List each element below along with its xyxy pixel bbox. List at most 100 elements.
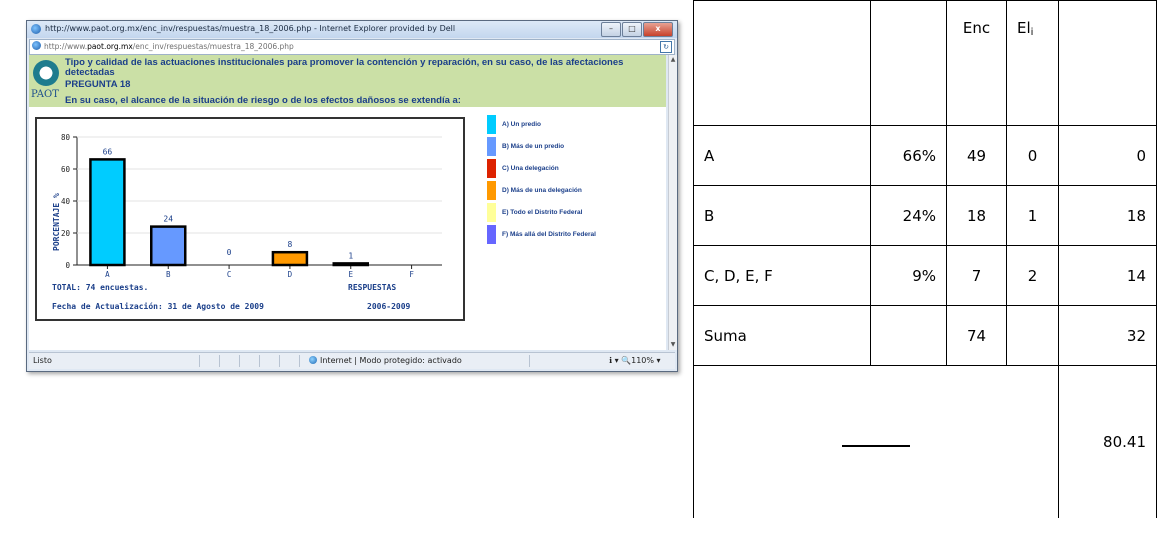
row-product: 32 bbox=[1058, 305, 1157, 366]
status-text: Listo bbox=[33, 356, 52, 365]
scroll-up-icon[interactable]: ▲ bbox=[669, 56, 677, 64]
x-tick-label: D bbox=[288, 270, 293, 279]
question-text: En su caso, el alcance de la situación d… bbox=[65, 95, 461, 106]
bar-value-label: 24 bbox=[163, 215, 173, 224]
chart-box: 0 20 40 60 80 A 66 B 24 C 0 D 8 E 1 F TOTAL: 74 encuest… bbox=[35, 117, 465, 321]
x-tick-label: A bbox=[105, 270, 110, 279]
minimize-button[interactable]: – bbox=[601, 22, 621, 37]
result-value: 80.41 bbox=[1058, 365, 1157, 518]
y-tick-label: 20 bbox=[61, 229, 71, 238]
close-button[interactable]: x bbox=[643, 22, 673, 37]
header-enc: Enc bbox=[946, 0, 1007, 126]
status-bar: Listo Internet | Modo protegido: activad… bbox=[29, 352, 675, 369]
legend-label: C) Una delegación bbox=[502, 165, 559, 172]
legend-label: B) Más de un predio bbox=[502, 143, 565, 150]
x-tick-label: F bbox=[409, 270, 414, 279]
table-row: C, D, E, F 9% 7 2 14 bbox=[693, 245, 1157, 306]
header-cell bbox=[693, 0, 871, 126]
row-label: Suma bbox=[693, 305, 871, 366]
security-zone[interactable]: Internet | Modo protegido: activado bbox=[309, 356, 462, 365]
table-row: A 66% 49 0 0 bbox=[693, 125, 1157, 186]
bar-value-label: 1 bbox=[348, 251, 353, 260]
legend-item: B) Más de un predio bbox=[487, 137, 662, 159]
row-label: C, D, E, F bbox=[693, 245, 871, 306]
legend-item: F) Más allá del Distrito Federal bbox=[487, 225, 662, 247]
browser-window: http://www.paot.org.mx/enc_inv/respuesta… bbox=[26, 20, 678, 372]
y-tick-label: 0 bbox=[65, 261, 70, 270]
row-ei: 2 bbox=[1006, 245, 1059, 306]
chart-legend: A) Un predio B) Más de un predio C) Una de… bbox=[487, 115, 662, 247]
legend-item: E) Todo el Distrito Federal bbox=[487, 203, 662, 225]
row-product: 0 bbox=[1058, 125, 1157, 186]
legend-swatch bbox=[487, 159, 496, 178]
header-ei: Eli bbox=[1006, 0, 1059, 126]
row-enc: 49 bbox=[946, 125, 1007, 186]
row-enc: 18 bbox=[946, 185, 1007, 246]
bar-value-label: 8 bbox=[288, 240, 293, 249]
y-tick-label: 40 bbox=[61, 197, 71, 206]
title-bar[interactable]: http://www.paot.org.mx/enc_inv/respuesta… bbox=[27, 21, 677, 38]
legend-swatch bbox=[487, 115, 496, 134]
page-title: Tipo y calidad de las actuaciones instit… bbox=[65, 57, 624, 78]
bar-b bbox=[150, 225, 187, 267]
legend-item: D) Más de una delegación bbox=[487, 181, 662, 203]
period-text: 2006-2009 bbox=[367, 302, 411, 311]
row-enc: 7 bbox=[946, 245, 1007, 306]
y-tick-label: 80 bbox=[61, 133, 71, 142]
row-ei: 0 bbox=[1006, 125, 1059, 186]
question-number: PREGUNTA 18 bbox=[65, 79, 131, 90]
x-tick-label: E bbox=[348, 270, 353, 279]
refresh-icon[interactable]: ↻ bbox=[660, 41, 672, 53]
ie-icon bbox=[31, 24, 41, 34]
table-header-row: Enc Eli bbox=[693, 0, 1157, 126]
bar-value-label: 0 bbox=[227, 248, 232, 257]
y-axis-label: PORCENTAJE % bbox=[52, 193, 61, 251]
update-date: Fecha de Actualización: 31 de Agosto de … bbox=[52, 301, 264, 311]
row-product: 14 bbox=[1058, 245, 1157, 306]
legend-swatch bbox=[487, 203, 496, 222]
address-bar[interactable]: http://www.paot.org.mx/enc_inv/respuesta… bbox=[29, 39, 675, 55]
row-percent bbox=[870, 305, 947, 366]
legend-swatch bbox=[487, 225, 496, 244]
legend-label: F) Más allá del Distrito Federal bbox=[502, 231, 596, 238]
window-title: http://www.paot.org.mx/enc_inv/respuesta… bbox=[45, 24, 456, 33]
fraction-cell bbox=[693, 365, 1059, 518]
bar-e bbox=[332, 262, 369, 267]
bar-a bbox=[89, 158, 126, 267]
row-percent: 9% bbox=[870, 245, 947, 306]
bar-value-label: 66 bbox=[103, 147, 113, 156]
header-cell bbox=[1058, 0, 1157, 126]
header-cell bbox=[870, 0, 947, 126]
x-tick-label: C bbox=[227, 270, 232, 279]
row-label: B bbox=[693, 185, 871, 246]
page-header: PAOT Tipo y calidad de las actuaciones i… bbox=[29, 55, 666, 107]
bar-chart: 0 20 40 60 80 A 66 B 24 C 0 D 8 E 1 F TOTAL: 74 encuest… bbox=[52, 133, 442, 311]
legend-swatch bbox=[487, 181, 496, 200]
page-content: PAOT Tipo y calidad de las actuaciones i… bbox=[29, 55, 666, 350]
total-text: TOTAL: 74 encuestas. bbox=[52, 283, 148, 292]
page-icon bbox=[32, 41, 41, 50]
legend-item: C) Una delegación bbox=[487, 159, 662, 181]
row-percent: 24% bbox=[870, 185, 947, 246]
legend-label: E) Todo el Distrito Federal bbox=[502, 209, 583, 216]
globe-icon bbox=[309, 356, 317, 364]
row-enc: 74 bbox=[946, 305, 1007, 366]
fraction-line bbox=[842, 444, 910, 447]
zoom-control[interactable]: ℹ ▾ 🔍110% ▾ bbox=[609, 356, 661, 365]
legend-label: A) Un predio bbox=[502, 121, 541, 128]
table-result-row: 80.41 bbox=[693, 365, 1157, 518]
scroll-down-icon[interactable]: ▼ bbox=[669, 341, 677, 349]
table-row: B 24% 18 1 18 bbox=[693, 185, 1157, 246]
row-ei bbox=[1006, 305, 1059, 366]
x-axis-label: RESPUESTAS bbox=[348, 283, 396, 292]
maximize-button[interactable]: □ bbox=[622, 22, 642, 37]
vertical-scrollbar[interactable]: ▲ ▼ bbox=[668, 55, 677, 350]
table-sum-row: Suma 74 32 bbox=[693, 305, 1157, 366]
row-product: 18 bbox=[1058, 185, 1157, 246]
bar-d bbox=[271, 250, 309, 267]
x-tick-label: B bbox=[166, 270, 171, 279]
legend-swatch bbox=[487, 137, 496, 156]
row-label: A bbox=[693, 125, 871, 186]
row-percent: 66% bbox=[870, 125, 947, 186]
y-tick-label: 60 bbox=[61, 165, 71, 174]
